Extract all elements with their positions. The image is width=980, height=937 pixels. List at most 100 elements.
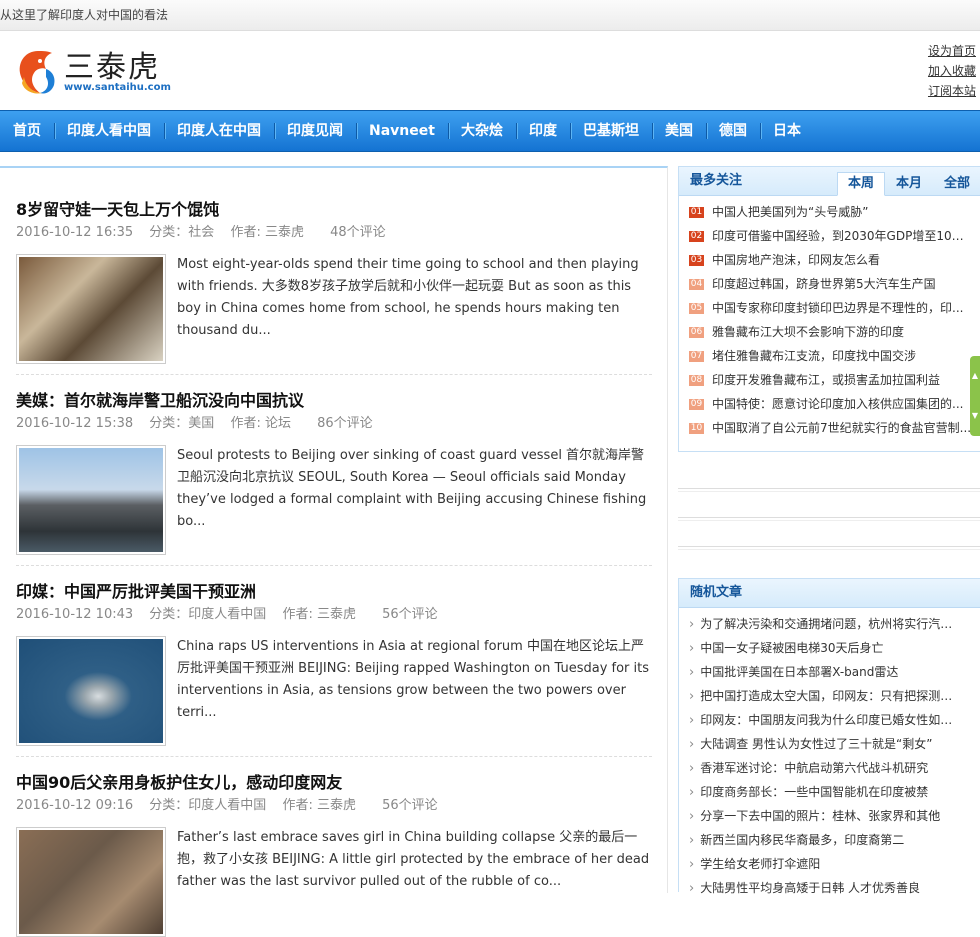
article-meta: 2016-10-12 09:16 分类：印度人看中国 作者: 三泰虎 56个评论 bbox=[16, 795, 652, 817]
nav-germany[interactable]: 德国 bbox=[705, 111, 760, 151]
article-author: 作者: 三泰虎 bbox=[230, 225, 304, 240]
nav-navneet[interactable]: Navneet bbox=[356, 111, 448, 151]
article-excerpt: Seoul protests to Beijing over sinking o… bbox=[177, 448, 647, 529]
header-links: 设为首页 加入收藏 订阅本站 bbox=[928, 41, 976, 101]
header: 三泰虎 www.santaihu.com 设为首页 加入收藏 订阅本站 bbox=[0, 31, 980, 109]
sidebar-divider bbox=[678, 546, 980, 550]
article-category[interactable]: 分类：印度人看中国 bbox=[149, 607, 266, 622]
sidebar-divider bbox=[678, 517, 980, 521]
popular-item[interactable]: 04 印度超过韩国，跻身世界第5大汽车生产国 bbox=[689, 272, 973, 296]
popular-item[interactable]: 03 中国房地产泡沫，印网友怎么看 bbox=[689, 248, 973, 272]
popular-tabs: 本周 本月 全部 bbox=[836, 172, 980, 196]
article-date: 2016-10-12 16:35 bbox=[16, 225, 134, 240]
random-item[interactable]: 香港军迷讨论：中航启动第六代战斗机研究 bbox=[689, 756, 961, 780]
article-meta: 2016-10-12 10:43 分类：印度人看中国 作者: 三泰虎 56个评论 bbox=[16, 604, 652, 626]
nav-indians-in-china[interactable]: 印度人在中国 bbox=[164, 111, 274, 151]
article-title[interactable]: 印媒：中国严厉批评美国干预亚洲 bbox=[16, 580, 652, 604]
article-category[interactable]: 分类：社会 bbox=[149, 225, 214, 240]
article-title[interactable]: 中国90后父亲用身板护住女儿，感动印度网友 bbox=[16, 771, 652, 795]
random-item[interactable]: 中国一女子疑被困电梯30天后身亡 bbox=[689, 636, 961, 660]
article-thumbnail[interactable] bbox=[16, 254, 166, 364]
article-list: 8岁留守娃一天包上万个馄饨 2016-10-12 16:35 分类：社会 作者:… bbox=[0, 166, 668, 937]
article-comments[interactable]: 56个评论 bbox=[382, 607, 438, 622]
random-item[interactable]: 把中国打造成太空大国，印网友：只有把探测器... bbox=[689, 684, 961, 708]
random-title: 随机文章 bbox=[690, 585, 743, 600]
random-item[interactable]: 中国批评美国在日本部署X-band雷达 bbox=[689, 660, 961, 684]
random-box: 随机文章 为了解决污染和交通拥堵问题，杭州将实行汽车... 中国一女子疑被困电梯… bbox=[678, 578, 980, 895]
scroll-float-button[interactable]: ▲ ▼ bbox=[970, 356, 980, 436]
nav-indians-on-china[interactable]: 印度人看中国 bbox=[54, 111, 164, 151]
article-date: 2016-10-12 15:38 bbox=[16, 416, 134, 431]
nav-misc[interactable]: 大杂烩 bbox=[447, 111, 516, 151]
article-meta: 2016-10-12 16:35 分类：社会 作者: 三泰虎 48个评论 bbox=[16, 222, 652, 244]
sidebar-divider bbox=[678, 488, 980, 492]
subscribe-link[interactable]: 订阅本站 bbox=[928, 81, 976, 101]
scroll-down-icon: ▼ bbox=[971, 411, 979, 420]
article-excerpt: Most eight-year-olds spend their time go… bbox=[177, 257, 639, 338]
nav-india-travel[interactable]: 印度见闻 bbox=[274, 111, 356, 151]
set-homepage-link[interactable]: 设为首页 bbox=[928, 41, 976, 61]
random-list: 为了解决污染和交通拥堵问题，杭州将实行汽车... 中国一女子疑被困电梯30天后身… bbox=[679, 608, 980, 900]
random-item[interactable]: 新西兰国内移民华裔最多，印度裔第二 bbox=[689, 828, 961, 852]
random-item[interactable]: 学生给女老师打伞遮阳 bbox=[689, 852, 961, 876]
article-item: 8岁留守娃一天包上万个馄饨 2016-10-12 16:35 分类：社会 作者:… bbox=[16, 198, 652, 364]
article-comments[interactable]: 56个评论 bbox=[382, 798, 438, 813]
site-logo[interactable]: 三泰虎 www.santaihu.com bbox=[16, 47, 171, 97]
nav-japan[interactable]: 日本 bbox=[759, 111, 814, 151]
popular-item[interactable]: 01 中国人把美国列为“头号威胁” bbox=[689, 200, 973, 224]
popular-item[interactable]: 05 中国专家称印度封锁印巴边界是不理性的，印... bbox=[689, 296, 973, 320]
popular-list: 01 中国人把美国列为“头号威胁” 02 印度可借鉴中国经验，到2030年GDP增至… bbox=[679, 196, 980, 440]
article-divider bbox=[16, 374, 652, 375]
tab-all[interactable]: 全部 bbox=[933, 172, 980, 196]
article-excerpt: China raps US interventions in Asia at r… bbox=[177, 639, 650, 720]
article-meta: 2016-10-12 15:38 分类：美国 作者: 论坛 86个评论 bbox=[16, 413, 652, 435]
article-author: 作者: 论坛 bbox=[230, 416, 291, 431]
article-item: 中国90后父亲用身板护住女儿，感动印度网友 2016-10-12 09:16 分… bbox=[16, 771, 652, 937]
nav-pakistan[interactable]: 巴基斯坦 bbox=[569, 111, 652, 151]
random-item[interactable]: 印网友：中国朋友问我为什么印度已婚女性如此... bbox=[689, 708, 961, 732]
nav-home[interactable]: 首页 bbox=[0, 111, 54, 151]
popular-item[interactable]: 08 印度开发雅鲁藏布江，或损害孟加拉国利益 bbox=[689, 368, 973, 392]
article-item: 印媒：中国严厉批评美国干预亚洲 2016-10-12 10:43 分类：印度人看… bbox=[16, 580, 652, 746]
popular-box: 最多关注 本周 本月 全部 01 中国人把美国列为“头号威胁” 02 印度可借鉴中国… bbox=[678, 166, 980, 452]
logo-url: www.santaihu.com bbox=[64, 81, 171, 93]
article-author: 作者: 三泰虎 bbox=[282, 798, 356, 813]
popular-item[interactable]: 06 雅鲁藏布江大坝不会影响下游的印度 bbox=[689, 320, 973, 344]
logo-text: 三泰虎 bbox=[64, 49, 160, 85]
random-item[interactable]: 大陆男性平均身高矮于日韩 人才优秀善良 bbox=[689, 876, 961, 900]
random-item[interactable]: 印度商务部长：一些中国智能机在印度被禁 bbox=[689, 780, 961, 804]
random-item[interactable]: 分享一下去中国的照片：桂林、张家界和其他 bbox=[689, 804, 961, 828]
add-favorite-link[interactable]: 加入收藏 bbox=[928, 61, 976, 81]
popular-item[interactable]: 07 堵住雅鲁藏布江支流，印度找中国交涉 bbox=[689, 344, 973, 368]
tab-this-month[interactable]: 本月 bbox=[885, 172, 933, 196]
tagline: 从这里了解印度人对中国的看法 bbox=[0, 8, 169, 22]
article-comments[interactable]: 86个评论 bbox=[317, 416, 373, 431]
top-tagline-bar: 从这里了解印度人对中国的看法 bbox=[0, 0, 980, 31]
article-thumbnail[interactable] bbox=[16, 445, 166, 555]
article-category[interactable]: 分类：美国 bbox=[149, 416, 214, 431]
popular-item[interactable]: 09 中国特使：愿意讨论印度加入核供应国集团的... bbox=[689, 392, 973, 416]
tiger-logo-icon bbox=[16, 47, 60, 97]
article-title[interactable]: 美媒：首尔就海岸警卫船沉没向中国抗议 bbox=[16, 389, 652, 413]
popular-item[interactable]: 02 印度可借鉴中国经验，到2030年GDP增至10万... bbox=[689, 224, 973, 248]
article-category[interactable]: 分类：印度人看中国 bbox=[149, 798, 266, 813]
article-thumbnail[interactable] bbox=[16, 636, 166, 746]
article-excerpt: Father’s last embrace saves girl in Chin… bbox=[177, 830, 650, 889]
scroll-up-icon: ▲ bbox=[971, 371, 979, 380]
article-divider bbox=[16, 565, 652, 566]
popular-title: 最多关注 bbox=[690, 173, 743, 188]
tab-this-week[interactable]: 本周 bbox=[836, 172, 885, 196]
popular-item[interactable]: 10 中国取消了自公元前7世纪就实行的食盐官营制... bbox=[689, 416, 973, 440]
random-item[interactable]: 大陆调查 男性认为女性过了三十就是“剩女” bbox=[689, 732, 961, 756]
article-title[interactable]: 8岁留守娃一天包上万个馄饨 bbox=[16, 198, 652, 222]
random-item[interactable]: 为了解决污染和交通拥堵问题，杭州将实行汽车... bbox=[689, 612, 961, 636]
article-divider bbox=[16, 756, 652, 757]
article-date: 2016-10-12 09:16 bbox=[16, 798, 134, 813]
article-item: 美媒：首尔就海岸警卫船沉没向中国抗议 2016-10-12 15:38 分类：美… bbox=[16, 389, 652, 555]
article-author: 作者: 三泰虎 bbox=[282, 607, 356, 622]
nav-usa[interactable]: 美国 bbox=[651, 111, 706, 151]
main-nav: 首页 印度人看中国 印度人在中国 印度见闻 Navneet 大杂烩 印度 巴基斯… bbox=[0, 110, 980, 152]
article-thumbnail[interactable] bbox=[16, 827, 166, 937]
article-comments[interactable]: 48个评论 bbox=[330, 225, 386, 240]
nav-india[interactable]: 印度 bbox=[515, 111, 570, 151]
